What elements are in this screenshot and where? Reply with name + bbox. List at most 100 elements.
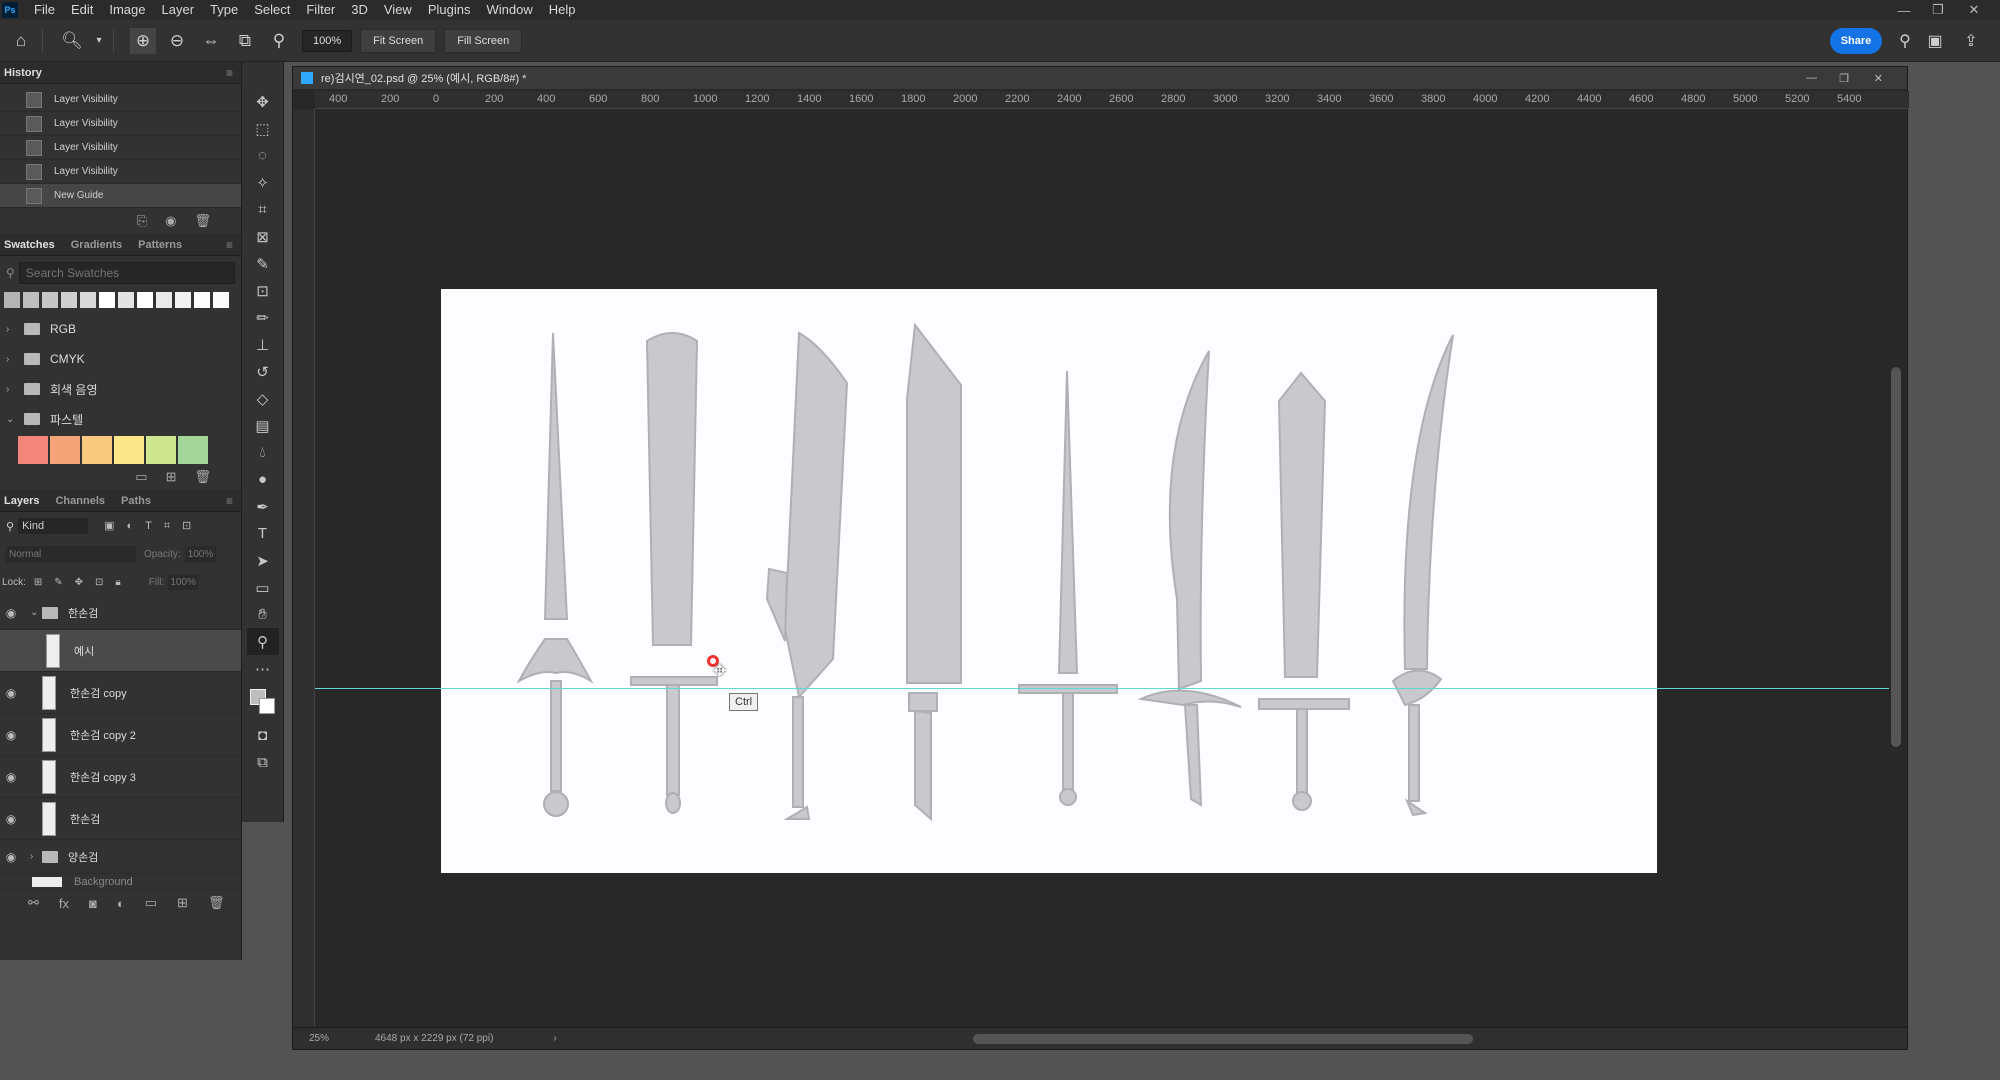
menu-edit[interactable]: Edit — [63, 0, 101, 20]
more-tools-icon[interactable]: ⋯ — [247, 655, 279, 682]
crop-tool-icon[interactable]: ⌗ — [247, 196, 279, 223]
zoom-in-icon[interactable]: ⊕ — [130, 27, 156, 54]
swatch-folder-pastel[interactable]: ⌄ 파스텔 — [0, 404, 241, 434]
tab-layers[interactable]: Layers — [4, 495, 39, 507]
quick-mask-icon[interactable]: ◘ — [247, 722, 279, 749]
swatch-chip[interactable] — [23, 292, 39, 308]
history-item-selected[interactable]: New Guide — [0, 184, 241, 208]
restore-icon[interactable]: ❐ — [1918, 0, 1958, 20]
pastel-swatch-chip[interactable] — [82, 436, 112, 464]
search-icon[interactable]: ⚲ — [1894, 30, 1916, 52]
history-brush-tool-icon[interactable]: ↺ — [247, 358, 279, 385]
layer-row-background[interactable]: Background — [0, 874, 241, 890]
history-item[interactable]: Layer Visibility — [0, 136, 241, 160]
zoom-all-windows-icon[interactable]: ⧉ — [232, 28, 258, 54]
swatch-chip[interactable] — [213, 292, 229, 308]
tab-patterns[interactable]: Patterns — [138, 239, 182, 251]
history-item[interactable]: Layer Visibility — [0, 112, 241, 136]
dodge-tool-icon[interactable]: ● — [247, 466, 279, 493]
trash-icon[interactable]: 🗑︎ — [194, 213, 211, 229]
path-selection-tool-icon[interactable]: ➤ — [247, 547, 279, 574]
status-document-info[interactable]: 4648 px x 2229 px (72 ppi) — [375, 1033, 493, 1044]
history-item[interactable]: Layer Visibility — [0, 88, 241, 112]
layer-row[interactable]: ◉ 한손검 — [0, 798, 241, 840]
opacity-field[interactable]: 100% — [184, 545, 217, 563]
menu-layer[interactable]: Layer — [154, 0, 203, 20]
menu-type[interactable]: Type — [202, 0, 246, 20]
blur-tool-icon[interactable]: 💧︎ — [247, 439, 279, 466]
new-layer-icon[interactable]: ⊞ — [177, 895, 188, 911]
type-tool-icon[interactable]: T — [247, 520, 279, 547]
document-tab[interactable]: re)검시연_02.psd @ 25% (예시, RGB/8#) * — ❐ ✕ — [293, 67, 1907, 89]
pastel-swatch-chip[interactable] — [50, 436, 80, 464]
menu-filter[interactable]: Filter — [298, 0, 343, 20]
new-swatch-icon[interactable]: ⊞ — [166, 469, 177, 485]
zoom-tool-icon[interactable]: 🔍︎ — [59, 28, 85, 54]
new-group-folder-icon[interactable]: ▭ — [145, 895, 157, 911]
eye-icon[interactable]: ◉ — [0, 728, 22, 742]
gradient-tool-icon[interactable]: ▤ — [247, 412, 279, 439]
horizontal-ruler[interactable]: 400 200 0 200 400 600 800 1000 1200 1400 1600 1800 2… — [315, 91, 1909, 109]
share-export-icon[interactable]: ⇪ — [1960, 30, 1982, 52]
swatch-chip[interactable] — [118, 292, 134, 308]
swatch-folder-grayscale[interactable]: › 회색 음영 — [0, 374, 241, 404]
trash-icon[interactable]: 🗑︎ — [194, 469, 211, 485]
zoom-percent-field[interactable]: 100% — [302, 29, 353, 52]
eye-icon[interactable]: ◉ — [0, 606, 22, 620]
swatch-chip[interactable] — [175, 292, 191, 308]
swatch-chip[interactable] — [99, 292, 115, 308]
chevron-right-icon[interactable]: › — [30, 851, 40, 862]
status-zoom[interactable]: 25% — [309, 1033, 369, 1044]
pastel-swatch-chip[interactable] — [18, 436, 48, 464]
restore-icon[interactable]: ❐ — [1839, 72, 1849, 85]
brush-tool-icon[interactable]: ✏ — [247, 304, 279, 331]
swatch-folder-cmyk[interactable]: › CMYK — [0, 344, 241, 374]
layer-row-selected[interactable]: 예시 — [0, 630, 241, 672]
horizontal-guide-line[interactable] — [315, 688, 1889, 689]
close-icon[interactable]: ✕ — [1954, 0, 1994, 20]
fill-screen-button[interactable]: Fill Screen — [444, 28, 523, 53]
tab-paths[interactable]: Paths — [121, 495, 151, 507]
horizontal-scrollbar[interactable] — [973, 1034, 1473, 1044]
new-document-from-state-icon[interactable]: ⎘ — [137, 213, 147, 229]
menu-window[interactable]: Window — [478, 0, 540, 20]
swatch-chip[interactable] — [4, 292, 20, 308]
menu-3d[interactable]: 3D — [343, 0, 376, 20]
swatch-chip[interactable] — [137, 292, 153, 308]
scrubby-zoom-icon[interactable]: ⚲ — [266, 28, 292, 54]
adjustment-layer-icon[interactable]: ◐ — [117, 896, 125, 911]
healing-brush-tool-icon[interactable]: ⊡ — [247, 277, 279, 304]
pastel-swatch-chip[interactable] — [146, 436, 176, 464]
eraser-tool-icon[interactable]: ◇ — [247, 385, 279, 412]
share-button[interactable]: Share — [1830, 28, 1882, 54]
layer-group-row[interactable]: ◉ › 양손검 — [0, 840, 241, 874]
vertical-ruler[interactable] — [293, 109, 315, 1027]
panel-menu-icon[interactable]: ≡ — [226, 494, 233, 508]
menu-select[interactable]: Select — [246, 0, 298, 20]
eye-icon[interactable]: ◉ — [0, 770, 22, 784]
resize-windows-icon[interactable]: ⇔ — [198, 28, 224, 54]
history-item[interactable]: Layer Visibility — [0, 160, 241, 184]
new-group-folder-icon[interactable]: ▭ — [135, 469, 147, 485]
minimize-icon[interactable]: — — [1806, 72, 1817, 84]
layer-row[interactable]: ◉ 한손검 copy 2 — [0, 714, 241, 756]
fill-field[interactable]: 100% — [168, 574, 198, 590]
marquee-tool-icon[interactable]: ⬚ — [247, 115, 279, 142]
hand-tool-icon[interactable]: ✋︎ — [247, 601, 279, 628]
add-mask-icon[interactable]: ◙ — [89, 896, 97, 911]
eyedropper-tool-icon[interactable]: ✎ — [247, 250, 279, 277]
trash-icon[interactable]: 🗑︎ — [208, 895, 225, 911]
clone-stamp-tool-icon[interactable]: ⊥ — [247, 331, 279, 358]
menu-image[interactable]: Image — [101, 0, 153, 20]
swatch-folder-rgb[interactable]: › RGB — [0, 314, 241, 344]
filter-type-icons[interactable]: ▣◐T⌗⊡ — [104, 519, 203, 533]
swatch-chip[interactable] — [42, 292, 58, 308]
pastel-swatch-chip[interactable] — [178, 436, 208, 464]
tab-channels[interactable]: Channels — [55, 495, 105, 507]
magic-wand-tool-icon[interactable]: ✧ — [247, 169, 279, 196]
chevron-down-icon[interactable]: ▾ — [93, 28, 105, 54]
panel-menu-icon[interactable]: ≡ — [226, 66, 233, 80]
snapshot-camera-icon[interactable]: ◉ — [165, 213, 176, 229]
screen-mode-icon[interactable]: ⧉ — [247, 749, 279, 776]
menu-plugins[interactable]: Plugins — [420, 0, 479, 20]
